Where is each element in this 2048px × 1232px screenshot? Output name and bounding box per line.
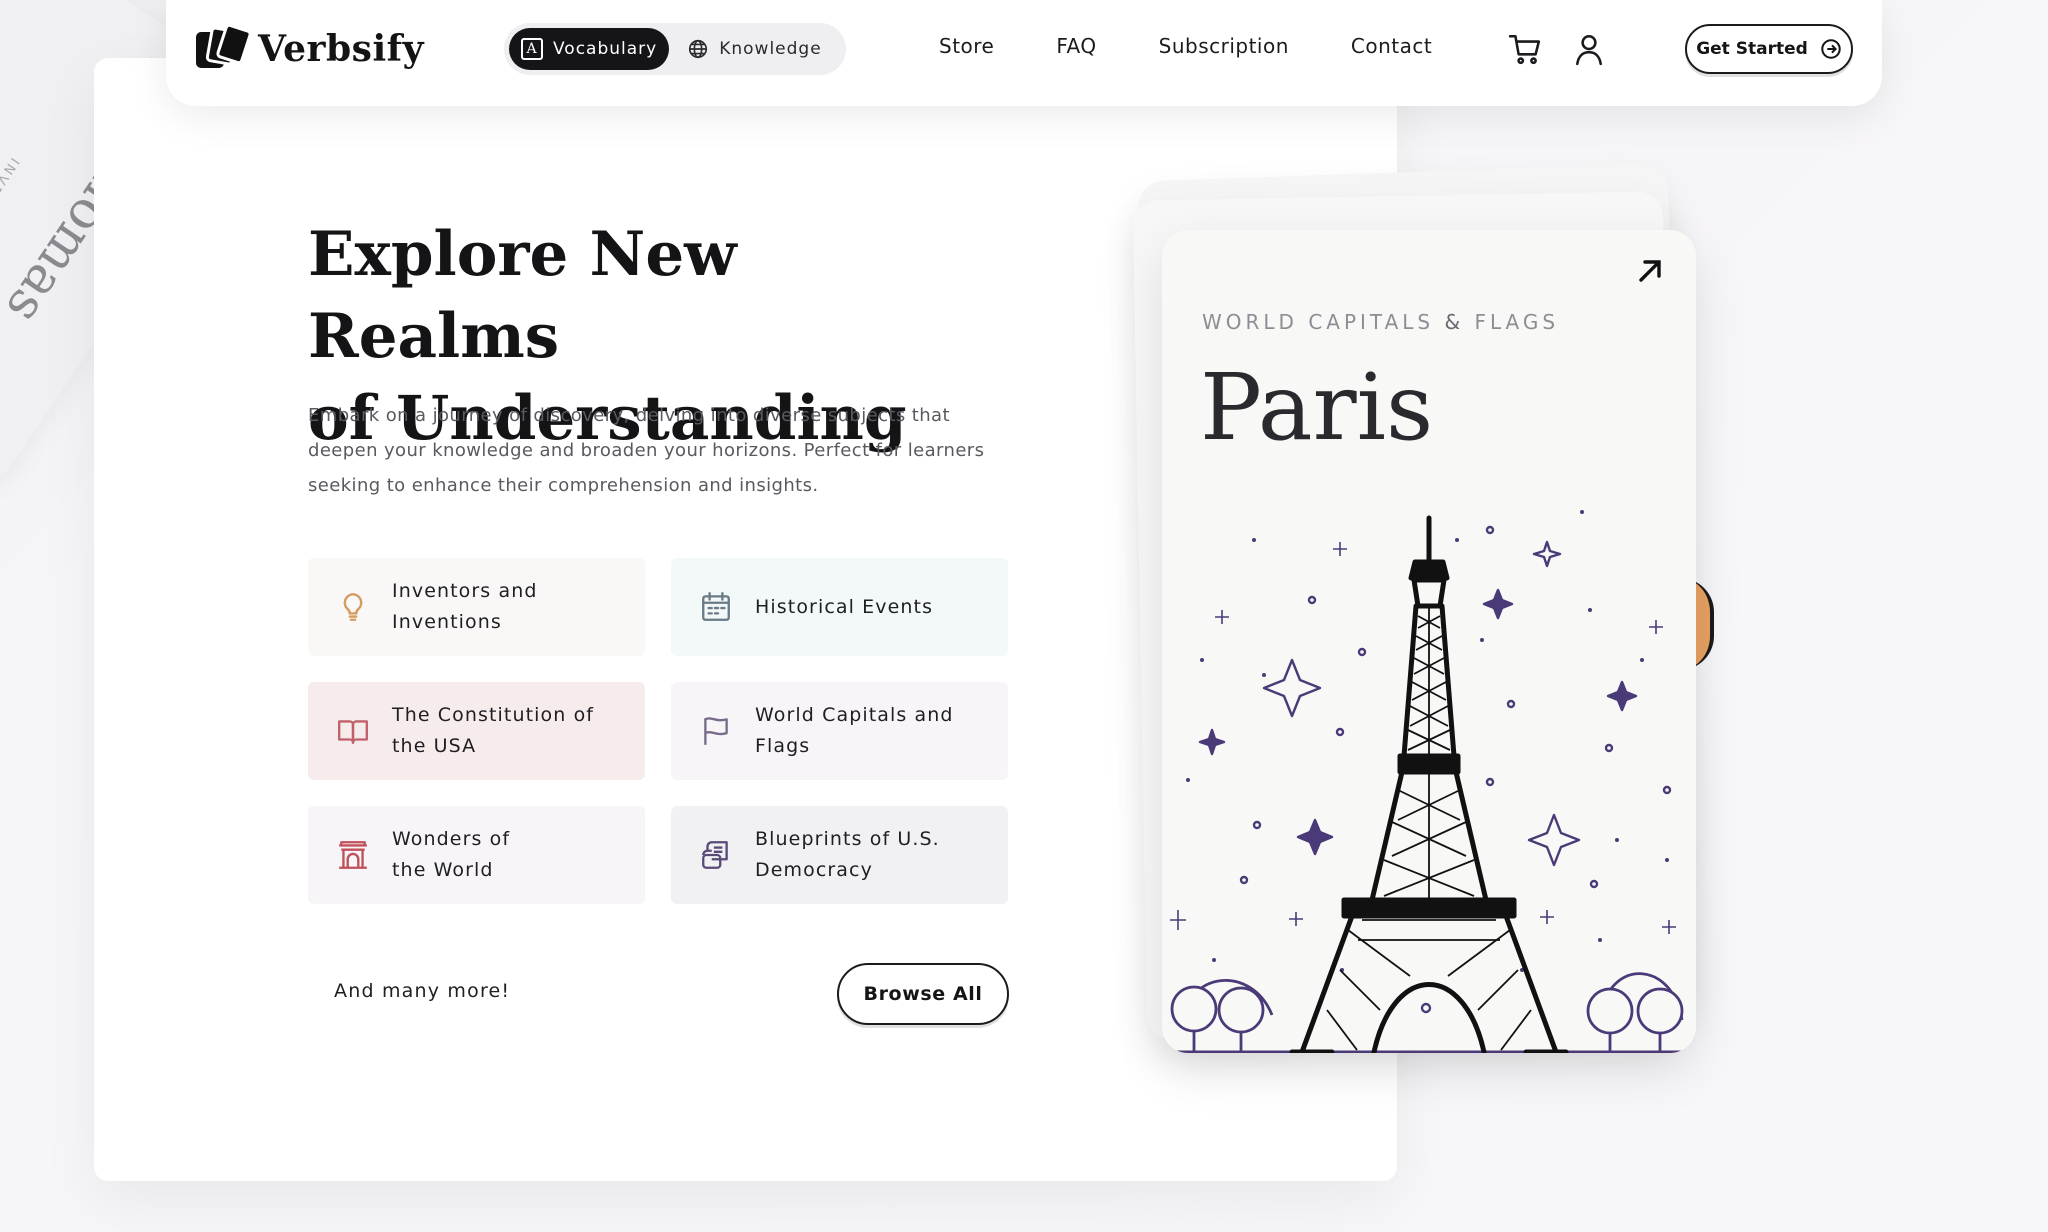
tab-vocabulary-label: Vocabulary <box>553 39 658 59</box>
browse-all-button[interactable]: Browse All <box>837 963 1009 1025</box>
category-label: The Constitution of the USA <box>392 704 595 757</box>
top-navigation: Verbsify A Vocabulary Knowledge Store FA… <box>166 0 1882 106</box>
category-label: Wonders of the World <box>392 828 511 881</box>
category-world-capitals[interactable]: World Capitals and Flags <box>671 682 1008 780</box>
eiffel-tower-icon <box>1162 510 1696 1053</box>
lightbulb-icon <box>343 593 363 621</box>
category-label: Historical Events <box>755 595 934 618</box>
category-wonders[interactable]: Wonders of the World <box>308 806 645 904</box>
category-historical-events[interactable]: Historical Events <box>671 558 1008 656</box>
card-category-b: FLAGS <box>1474 310 1560 334</box>
flash-card[interactable]: WORLD CAPITALS & FLAGS Paris <box>1162 230 1696 1053</box>
brand-name: Verbsify <box>258 28 425 70</box>
monument-icon <box>339 841 367 869</box>
nav-link-store[interactable]: Store <box>939 34 994 58</box>
hero-subtitle: Embark on a journey of discovery, delvin… <box>308 405 985 496</box>
nav-link-faq[interactable]: FAQ <box>1056 34 1096 58</box>
background-card-subtitle: INVENTOR <box>0 154 22 240</box>
category-constitution[interactable]: The Constitution of the USA <box>308 682 645 780</box>
letter-a-icon: A <box>521 38 543 60</box>
user-icon[interactable] <box>1572 32 1606 66</box>
globe-icon <box>689 39 708 59</box>
get-started-label: Get Started <box>1696 39 1808 59</box>
calendar-icon <box>702 592 730 621</box>
card-category-amp: & <box>1444 310 1465 334</box>
main-menu: Store FAQ Subscription Contact <box>939 34 1432 58</box>
tab-knowledge-label: Knowledge <box>719 39 822 59</box>
get-started-button[interactable]: Get Started <box>1685 24 1853 74</box>
category-label: Inventors and Inventions <box>392 580 538 633</box>
logo-cards-icon <box>196 22 253 70</box>
nav-link-contact[interactable]: Contact <box>1351 34 1432 58</box>
flag-icon <box>704 717 728 745</box>
card-city: Paris <box>1200 354 1434 461</box>
card-category: WORLD CAPITALS & FLAGS <box>1202 310 1559 334</box>
hero-title-line-1: Explore New Realms <box>308 219 737 372</box>
more-note: And many more! <box>334 980 511 1002</box>
category-label: World Capitals and Flags <box>755 704 954 757</box>
mode-switch: A Vocabulary Knowledge <box>504 23 846 75</box>
documents-icon <box>702 841 728 869</box>
tab-knowledge[interactable]: Knowledge <box>669 28 833 70</box>
arrow-circle-right-icon <box>1821 39 1841 59</box>
category-label: Blueprints of U.S. Democracy <box>755 828 940 881</box>
nav-link-subscription[interactable]: Subscription <box>1159 34 1289 58</box>
category-inventors[interactable]: Inventors and Inventions <box>308 558 645 656</box>
card-category-a: WORLD CAPITALS <box>1202 310 1435 334</box>
arrow-up-right-icon[interactable] <box>1634 254 1666 286</box>
cart-icon[interactable] <box>1508 32 1542 66</box>
brand-logo[interactable]: Verbsify <box>196 22 425 70</box>
tab-vocabulary[interactable]: A Vocabulary <box>509 28 670 70</box>
book-icon <box>338 720 368 744</box>
category-democracy[interactable]: Blueprints of U.S. Democracy <box>671 806 1008 904</box>
